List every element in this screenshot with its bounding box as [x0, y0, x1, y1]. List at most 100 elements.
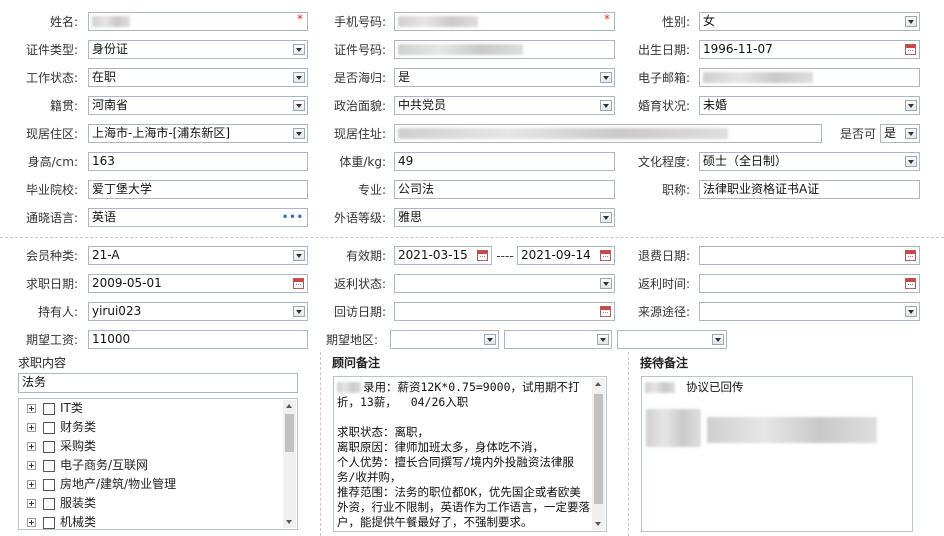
- chevron-down-icon[interactable]: [293, 306, 305, 317]
- calendar-icon[interactable]: [905, 278, 916, 289]
- expand-icon[interactable]: [27, 461, 36, 470]
- chevron-down-icon[interactable]: [905, 306, 917, 317]
- chevron-down-icon[interactable]: [905, 156, 917, 167]
- tree-item-machinery[interactable]: 机械类: [27, 513, 96, 529]
- validity-from-field[interactable]: 2021-03-15: [394, 246, 492, 265]
- chevron-down-icon[interactable]: [905, 16, 917, 27]
- name-field[interactable]: *: [88, 12, 308, 31]
- checkbox[interactable]: [43, 421, 55, 434]
- scroll-up-icon[interactable]: [283, 400, 296, 412]
- expand-icon[interactable]: [27, 423, 36, 432]
- email-field[interactable]: [699, 68, 920, 87]
- checkbox[interactable]: [43, 459, 55, 472]
- expand-icon[interactable]: [27, 404, 36, 413]
- calendar-icon[interactable]: [905, 250, 916, 261]
- member-type-select[interactable]: 21-A: [88, 246, 308, 265]
- tree-item-finance[interactable]: 财务类: [27, 418, 96, 437]
- birth-date-field[interactable]: 1996-11-07: [699, 40, 920, 59]
- political-select[interactable]: 中共党员: [394, 96, 615, 115]
- expand-icon[interactable]: [27, 442, 36, 451]
- marital-select[interactable]: 未婚: [699, 96, 920, 115]
- chevron-down-icon[interactable]: [293, 44, 305, 55]
- tree-item-label: 采购类: [60, 439, 97, 453]
- scrollbar[interactable]: [592, 378, 605, 530]
- chevron-down-icon[interactable]: [600, 278, 612, 289]
- job-category-tree[interactable]: IT类 财务类 采购类 电子商务/互联网 房地产/建筑/物业管理 服装类 机械类: [18, 398, 298, 530]
- chevron-down-icon[interactable]: [712, 334, 724, 345]
- language-field[interactable]: 英语 •••: [88, 208, 308, 227]
- calendar-icon[interactable]: [600, 306, 611, 317]
- region-province-select[interactable]: [390, 330, 499, 349]
- scrollbar[interactable]: [283, 400, 296, 528]
- checkbox[interactable]: [43, 516, 55, 529]
- calendar-icon[interactable]: [600, 250, 611, 261]
- rebate-status-select[interactable]: [394, 274, 615, 293]
- height-field[interactable]: 163: [88, 152, 308, 171]
- chevron-down-icon[interactable]: [293, 250, 305, 261]
- work-status-select[interactable]: 在职: [88, 68, 308, 87]
- chevron-down-icon[interactable]: [597, 334, 609, 345]
- chevron-down-icon[interactable]: [484, 334, 496, 345]
- more-icon[interactable]: •••: [282, 209, 304, 226]
- rebate-time-field[interactable]: [699, 274, 920, 293]
- major-field[interactable]: 公司法: [394, 180, 615, 199]
- calendar-icon[interactable]: [293, 278, 304, 289]
- job-date-field[interactable]: 2009-05-01: [88, 274, 308, 293]
- scroll-thumb[interactable]: [285, 414, 294, 452]
- weight-field[interactable]: 49: [394, 152, 615, 171]
- source-select[interactable]: [699, 302, 920, 321]
- tree-item-ecommerce[interactable]: 电子商务/互联网: [27, 456, 148, 475]
- checkbox[interactable]: [43, 497, 55, 510]
- school-field[interactable]: 爱丁堡大学: [88, 180, 308, 199]
- expand-icon[interactable]: [27, 518, 36, 527]
- residence-area-select[interactable]: 上海市-上海市-[浦东新区]: [88, 124, 308, 143]
- gender-select[interactable]: 女: [699, 12, 920, 31]
- expand-icon[interactable]: [27, 499, 36, 508]
- title-field[interactable]: 法律职业资格证书A证: [699, 180, 920, 199]
- revisit-date-field[interactable]: [394, 302, 615, 321]
- reception-notes-textarea[interactable]: 协议已回传: [641, 376, 913, 532]
- expand-icon[interactable]: [27, 480, 36, 489]
- chevron-down-icon[interactable]: [600, 212, 612, 223]
- education-select[interactable]: 硕士（全日制）: [699, 152, 920, 171]
- tree-item-it[interactable]: IT类: [27, 399, 83, 418]
- region-district-select[interactable]: [617, 330, 727, 349]
- chevron-down-icon[interactable]: [600, 100, 612, 111]
- validity-to-field[interactable]: 2021-09-14: [517, 246, 615, 265]
- chevron-down-icon[interactable]: [293, 100, 305, 111]
- refund-date-field[interactable]: [699, 246, 920, 265]
- row-residence: 现居住区: 上海市-上海市-[浦东新区] 现居住址: 是否可 是: [0, 124, 944, 144]
- scroll-down-icon[interactable]: [283, 516, 296, 528]
- chevron-down-icon[interactable]: [905, 100, 917, 111]
- revisit-label: 回访日期:: [333, 305, 386, 319]
- yes-no-select[interactable]: 是: [880, 124, 920, 143]
- checkbox[interactable]: [43, 440, 55, 453]
- calendar-icon[interactable]: [905, 44, 916, 55]
- phone-field[interactable]: *: [394, 12, 615, 31]
- chevron-down-icon[interactable]: [600, 72, 612, 83]
- scroll-up-icon[interactable]: [592, 378, 605, 390]
- salary-field[interactable]: 11000: [88, 330, 308, 349]
- consultant-notes-textarea[interactable]: 录用：薪资12K*0.75=9000，试用期不打折，13薪， 04/26入职 求…: [333, 376, 607, 532]
- scroll-thumb[interactable]: [594, 394, 603, 504]
- residence-addr-field[interactable]: [394, 124, 822, 143]
- chevron-down-icon[interactable]: [905, 128, 917, 139]
- tree-item-purchase[interactable]: 采购类: [27, 437, 96, 456]
- chevron-down-icon[interactable]: [293, 128, 305, 139]
- id-type-select[interactable]: 身份证: [88, 40, 308, 59]
- scroll-down-icon[interactable]: [592, 518, 605, 530]
- holder-select[interactable]: yirui023: [88, 302, 308, 321]
- native-select[interactable]: 河南省: [88, 96, 308, 115]
- checkbox[interactable]: [43, 478, 55, 491]
- tree-item-apparel[interactable]: 服装类: [27, 494, 96, 513]
- id-no-field[interactable]: [394, 40, 615, 59]
- calendar-icon[interactable]: [477, 250, 488, 261]
- region-city-select[interactable]: [504, 330, 612, 349]
- checkbox[interactable]: [43, 402, 55, 415]
- lang-level-select[interactable]: 雅思: [394, 208, 615, 227]
- overseas-select[interactable]: 是: [394, 68, 615, 87]
- chevron-down-icon[interactable]: [293, 72, 305, 83]
- refund-date-label: 退费日期:: [637, 249, 690, 263]
- tree-item-realestate[interactable]: 房地产/建筑/物业管理: [27, 475, 176, 494]
- job-content-search[interactable]: 法务: [18, 373, 298, 393]
